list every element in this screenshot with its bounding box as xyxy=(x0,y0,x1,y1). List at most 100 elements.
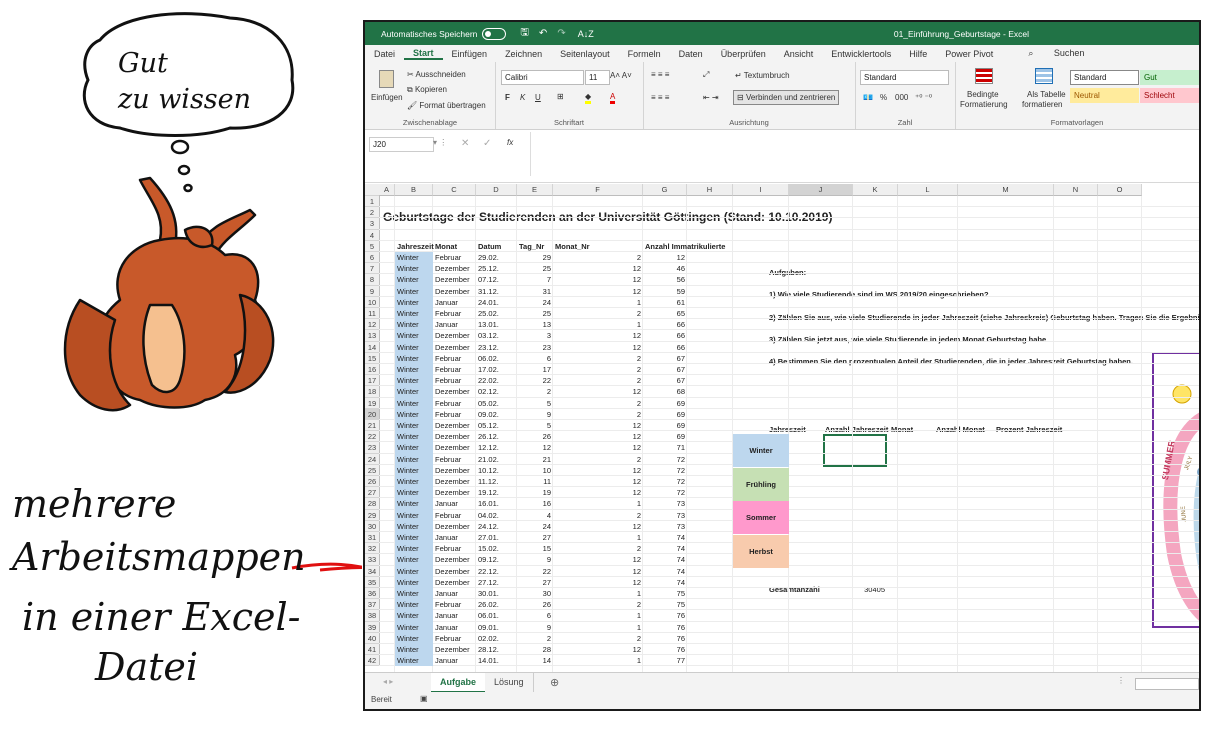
tab-zeichnen[interactable]: Zeichnen xyxy=(496,49,551,59)
border-icon[interactable]: ⊞ xyxy=(557,92,564,101)
table-cell[interactable]: Dezember xyxy=(433,420,476,431)
total-label[interactable]: Gesamtanzahl xyxy=(767,584,820,595)
row-header-20[interactable]: 20 xyxy=(365,408,380,420)
table-cell[interactable]: 6 xyxy=(517,353,553,364)
table-cell[interactable]: Winter xyxy=(395,364,433,376)
cut-button[interactable]: ✂ Ausschneiden xyxy=(407,70,466,79)
row-header-16[interactable]: 16 xyxy=(365,364,380,376)
table-cell[interactable]: 26 xyxy=(517,431,553,442)
table-cell[interactable]: Winter xyxy=(395,476,433,488)
table-cell[interactable]: Dezember xyxy=(433,521,476,532)
table-cell[interactable]: Februar xyxy=(433,599,476,610)
table-cell[interactable]: Dezember xyxy=(433,554,476,565)
table-cell[interactable]: Januar xyxy=(433,297,476,308)
table-cell[interactable]: 12 xyxy=(553,554,643,565)
column-header-I[interactable]: I xyxy=(733,184,789,196)
column-header-C[interactable]: C xyxy=(433,184,476,196)
tab-daten[interactable]: Daten xyxy=(670,49,712,59)
copy-button[interactable]: ⧉ Kopieren xyxy=(407,85,447,95)
table-cell[interactable]: 12 xyxy=(553,386,643,397)
wrap-text-button[interactable]: ↵ Textumbruch xyxy=(735,71,790,80)
table-cell[interactable]: Dezember xyxy=(433,263,476,274)
table-cell[interactable]: Winter xyxy=(395,308,433,320)
season-cell-4[interactable]: Herbst xyxy=(733,534,789,568)
table-cell[interactable]: 10 xyxy=(517,465,553,476)
table-header-cell[interactable]: Jahreszeit xyxy=(395,241,434,252)
table-cell[interactable]: Februar xyxy=(433,364,476,375)
table-cell[interactable]: 22.02. xyxy=(476,375,517,386)
enter-icon[interactable]: ✓ xyxy=(483,138,491,149)
table-cell[interactable]: 29.02. xyxy=(476,252,517,263)
row-header-15[interactable]: 15 xyxy=(365,352,380,364)
row-header-35[interactable]: 35 xyxy=(365,576,380,588)
sheet-tab-2[interactable]: Lösung xyxy=(485,673,534,693)
table-cell[interactable]: 26.02. xyxy=(476,599,517,610)
table-cell[interactable]: 31.12. xyxy=(476,286,517,297)
macro-record-icon[interactable]: ▣ xyxy=(420,694,428,703)
table-cell[interactable]: 73 xyxy=(643,498,687,509)
row-header-30[interactable]: 30 xyxy=(365,520,380,532)
tab-hilfe[interactable]: Hilfe xyxy=(900,49,936,59)
table-cell[interactable]: 2 xyxy=(553,398,643,409)
table-cell[interactable]: 4 xyxy=(517,510,553,521)
table-cell[interactable]: Winter xyxy=(395,341,433,353)
table-cell[interactable]: Winter xyxy=(395,554,433,566)
table-cell[interactable]: 2 xyxy=(553,353,643,364)
table-cell[interactable]: 61 xyxy=(643,297,687,308)
table-cell[interactable]: 16.01. xyxy=(476,498,517,509)
table-cell[interactable]: 74 xyxy=(643,532,687,543)
tab-entwicklertools[interactable]: Entwicklertools xyxy=(822,49,900,59)
style-schlecht[interactable]: Schlecht xyxy=(1140,88,1199,103)
cancel-icon[interactable]: ✕ xyxy=(461,138,469,149)
table-cell[interactable]: 12 xyxy=(553,431,643,442)
table-cell[interactable]: 13 xyxy=(517,319,553,330)
table-cell[interactable]: 2 xyxy=(553,252,643,263)
row-header-8[interactable]: 8 xyxy=(365,274,380,286)
table-cell[interactable]: 7 xyxy=(517,274,553,285)
table-cell[interactable]: 30 xyxy=(517,588,553,599)
table-cell[interactable]: 1 xyxy=(553,498,643,509)
table-cell[interactable]: 76 xyxy=(643,633,687,644)
decimal-icon[interactable]: ⁺⁰ ⁻⁰ xyxy=(915,93,932,102)
merge-center-button[interactable]: ⊟ Verbinden und zentrieren xyxy=(733,90,840,105)
column-header-F[interactable]: F xyxy=(553,184,643,196)
table-cell[interactable]: 74 xyxy=(643,543,687,554)
table-cell[interactable]: 26 xyxy=(517,599,553,610)
table-cell[interactable]: 05.02. xyxy=(476,398,517,409)
table-cell[interactable]: Winter xyxy=(395,296,433,308)
table-cell[interactable]: 71 xyxy=(643,442,687,453)
scroll-split-icon[interactable]: ⋮ xyxy=(1117,676,1125,685)
row-header-32[interactable]: 32 xyxy=(365,543,380,555)
table-cell[interactable]: 02.02. xyxy=(476,633,517,644)
table-cell[interactable]: Winter xyxy=(395,520,433,532)
table-cell[interactable]: 15 xyxy=(517,543,553,554)
table-cell[interactable]: Januar xyxy=(433,610,476,621)
table-cell[interactable]: Winter xyxy=(395,487,433,499)
table-cell[interactable]: 25 xyxy=(517,263,553,274)
autosave-toggle[interactable] xyxy=(482,27,507,40)
table-cell[interactable]: 67 xyxy=(643,353,687,364)
table-cell[interactable]: 03.12. xyxy=(476,330,517,341)
row-header-37[interactable]: 37 xyxy=(365,599,380,611)
table-cell[interactable]: Winter xyxy=(395,599,433,611)
table-cell[interactable]: 25.02. xyxy=(476,308,517,319)
row-header-36[interactable]: 36 xyxy=(365,588,380,600)
table-cell[interactable]: Winter xyxy=(395,509,433,521)
style-neutral[interactable]: Neutral xyxy=(1070,88,1139,103)
table-cell[interactable]: Januar xyxy=(433,319,476,330)
table-cell[interactable]: Winter xyxy=(395,610,433,622)
table-cell[interactable]: Winter xyxy=(395,621,433,633)
table-cell[interactable]: 2 xyxy=(553,308,643,319)
total-value[interactable]: 30405 xyxy=(823,584,887,595)
table-cell[interactable]: Dezember xyxy=(433,566,476,577)
table-cell[interactable]: 05.12. xyxy=(476,420,517,431)
table-cell[interactable]: 24.12. xyxy=(476,521,517,532)
table-cell[interactable]: 1 xyxy=(553,622,643,633)
row-header-31[interactable]: 31 xyxy=(365,532,380,544)
italic-button[interactable]: K xyxy=(520,93,525,102)
column-header-M[interactable]: M xyxy=(958,184,1054,196)
conditional-format-icon[interactable] xyxy=(975,68,993,84)
row-header-34[interactable]: 34 xyxy=(365,565,380,577)
table-cell[interactable]: Winter xyxy=(395,532,433,544)
table-cell[interactable]: Winter xyxy=(395,263,433,275)
